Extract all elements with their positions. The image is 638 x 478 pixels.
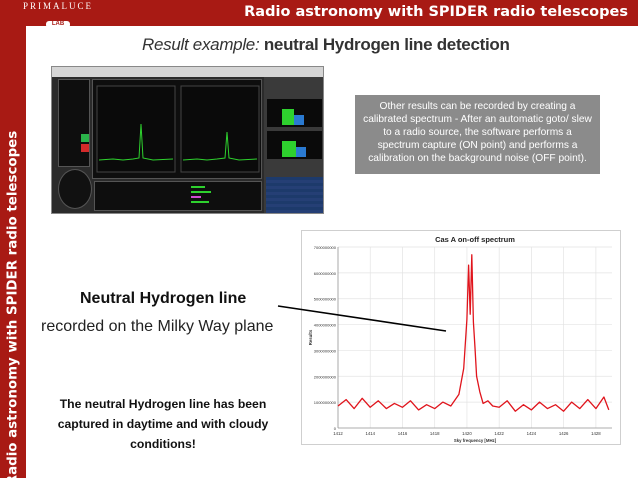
chart-x-tick-label: 1426 — [559, 431, 569, 436]
chart-y-tick-label: 3000000000 — [314, 348, 337, 353]
spectrum-chart-svg: Cas A on-off spectrum0100000000020000000… — [308, 235, 612, 443]
brand-sub: LAB — [45, 21, 71, 28]
software-screenshot — [51, 66, 324, 214]
chart-y-tick-label: 6000000000 — [314, 271, 337, 276]
chart-x-tick-label: 1416 — [398, 431, 408, 436]
hydrogen-line-subtitle: recorded on the Milky Way plane — [41, 318, 274, 335]
app-toolbar — [52, 67, 323, 77]
banner-title: Radio astronomy with SPIDER radio telesc… — [244, 4, 628, 20]
app-start-icon — [81, 134, 89, 142]
chart-y-tick-label: 7000000000 — [314, 245, 337, 250]
chart-x-tick-label: 1412 — [333, 431, 343, 436]
chart-x-tick-label: 1424 — [527, 431, 537, 436]
app-mini-spectra-icon — [267, 99, 322, 159]
app-sky-map — [58, 169, 92, 209]
app-spectrum-panel — [92, 79, 262, 179]
chart-x-label: Sky frequency [MHz] — [454, 438, 497, 443]
app-log-bars-icon — [191, 186, 211, 203]
spectrum-chart: Cas A on-off spectrum 0 1000000000 20000000… — [301, 230, 621, 445]
page-subtitle: Result example: neutral Hydrogen line de… — [142, 35, 510, 55]
brand-name: PRIMALUCE — [22, 1, 93, 11]
app-control-panel — [58, 79, 90, 167]
hydrogen-line-title: Neutral Hydrogen line — [80, 290, 247, 307]
app-spectrum-icon — [96, 85, 260, 173]
chart-x-tick-label: 1428 — [591, 431, 601, 436]
chart-x-tick-label: 1422 — [494, 431, 504, 436]
brand-logo: PRIMALUCE LAB — [8, 1, 108, 28]
chart-y-tick-label: 4000000000 — [314, 323, 337, 328]
chart-x-tick-label: 1420 — [462, 431, 472, 436]
chart-x-tick-label: 1418 — [430, 431, 440, 436]
chart-y-tick-label: 2000000000 — [314, 374, 337, 379]
chart-series-line — [337, 254, 610, 412]
subtitle-main: neutral Hydrogen line detection — [263, 35, 510, 54]
app-results-table — [266, 177, 323, 213]
app-stop-icon — [81, 144, 89, 152]
chart-y-tick-label: 1000000000 — [314, 400, 337, 405]
app-right-panel — [264, 77, 323, 213]
chart-y-tick-label: 5000000000 — [314, 297, 337, 302]
side-banner: Radio astronomy with SPIDER radio telesc… — [0, 26, 26, 478]
chart-title: Cas A on-off spectrum — [435, 235, 515, 244]
conditions-note: The neutral Hydrogen line has been captu… — [57, 397, 269, 451]
chart-x-tick-label: 1414 — [365, 431, 375, 436]
subtitle-prefix: Result example: — [142, 35, 260, 54]
info-box: Other results can be recorded by creatin… — [355, 95, 600, 174]
app-log-panel — [94, 181, 262, 211]
side-title: Radio astronomy with SPIDER radio telesc… — [5, 130, 21, 478]
chart-y-label: Results — [308, 329, 313, 345]
top-banner: PRIMALUCE LAB Radio astronomy with SPIDE… — [0, 0, 638, 28]
